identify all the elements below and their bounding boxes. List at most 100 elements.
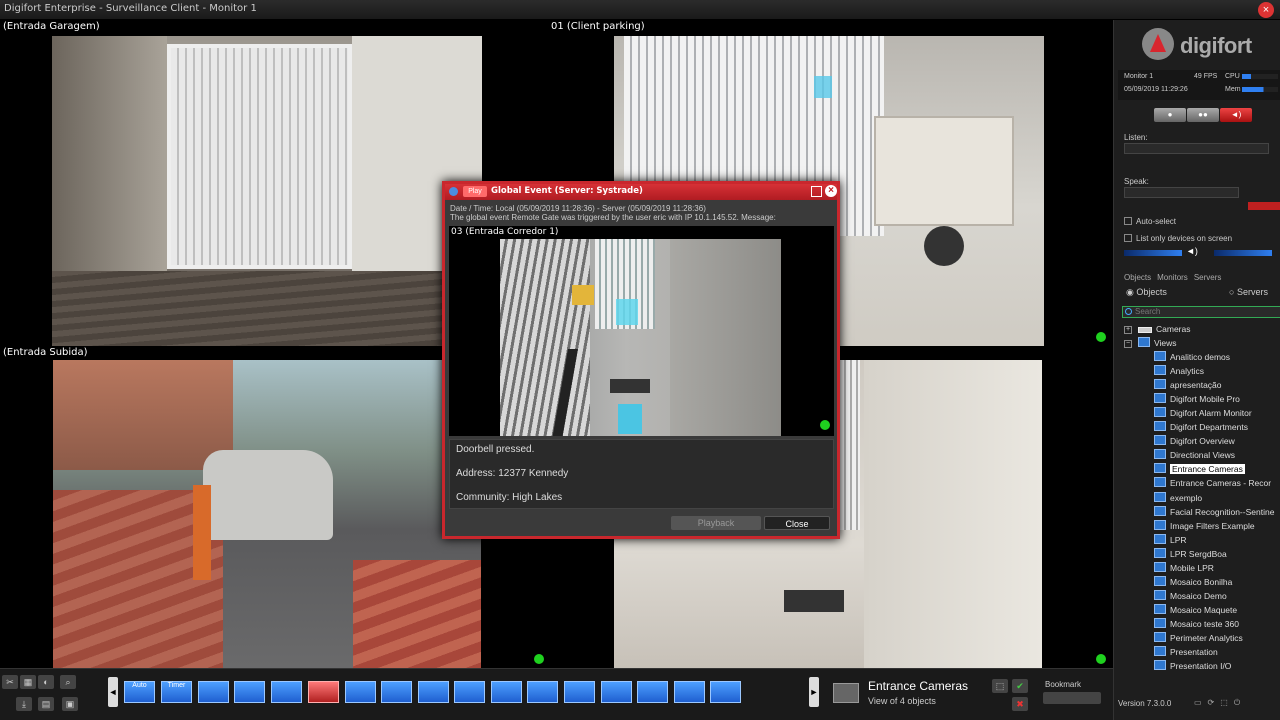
layout-grid-button[interactable] [674, 681, 705, 703]
list-only-checkbox[interactable] [1124, 234, 1132, 242]
tree-item-label: Directional Views [1170, 450, 1236, 461]
auto-select-checkbox[interactable] [1124, 217, 1132, 225]
layout-grid-button[interactable] [234, 681, 265, 703]
layout-grid-button[interactable] [418, 681, 449, 703]
version-label: Version 7.3.0.0 [1118, 699, 1172, 708]
layouts-next-arrow[interactable]: ► [809, 677, 819, 707]
tree-item-views[interactable]: Views [1138, 337, 1177, 350]
tree-item-view[interactable]: Directional Views [1154, 449, 1235, 462]
tree-item-view[interactable]: Mosaico Maquete [1154, 603, 1238, 617]
tree-item-view[interactable]: Entrance Cameras [1154, 463, 1245, 476]
layouts-prev-arrow[interactable]: ◄ [108, 677, 118, 707]
listen-select[interactable] [1124, 143, 1269, 154]
tool-icon-4[interactable]: ⌕ [60, 675, 76, 689]
close-window-icon[interactable]: × [1258, 2, 1274, 18]
layout-grid-button[interactable] [491, 681, 522, 703]
tool-icon-1[interactable]: ✂ [2, 675, 18, 689]
tool-icon-6[interactable]: ▤ [38, 697, 54, 711]
tree-item-view[interactable]: Analitico demos [1154, 351, 1230, 364]
layout-grid-button[interactable] [527, 681, 558, 703]
playback-button[interactable]: Playback [671, 516, 761, 530]
camera-label: 01 (Client parking) [551, 21, 645, 32]
tree-item-view[interactable]: Presentation [1154, 646, 1218, 659]
view-grid-icon [1154, 365, 1166, 376]
tree-item-label: apresentação [1170, 380, 1222, 391]
dual-view-icon[interactable]: ●● [1187, 108, 1219, 122]
collapse-views-icon[interactable]: − [1124, 340, 1132, 348]
servers-radio-label: Servers [1236, 287, 1268, 297]
tree-item-view[interactable]: Digifort Alarm Monitor [1154, 407, 1252, 420]
cpu-label: CPU [1225, 73, 1240, 80]
layout-grid-button[interactable] [345, 681, 376, 703]
view-grid-icon [1154, 379, 1166, 390]
message-line: Doorbell pressed. [456, 444, 535, 455]
tool-icon-3[interactable]: ◐ [38, 675, 54, 689]
panel-footer-icons[interactable]: ▭⟳⬚⏻ [1194, 698, 1274, 708]
maximize-icon[interactable] [811, 186, 822, 197]
tree-item-view[interactable]: Mosaico Bonilha [1154, 575, 1232, 589]
event-message: Doorbell pressed. Address: 12377 Kennedy… [449, 439, 834, 509]
layout-timer-button[interactable]: Timer [161, 681, 192, 703]
confirm-icon[interactable]: ✔ [1012, 679, 1028, 693]
tree-item-view[interactable]: Digifort Mobile Pro [1154, 393, 1240, 406]
speak-select[interactable] [1124, 187, 1239, 198]
bookmark-controls[interactable] [1043, 692, 1101, 704]
tree-item-view[interactable]: exemplo [1154, 491, 1202, 505]
tree-item-view[interactable]: LPR [1154, 533, 1187, 547]
tree-item-view[interactable]: Mobile LPR [1154, 561, 1214, 575]
tree-item-cameras[interactable]: Cameras [1138, 323, 1190, 336]
list-only-label: List only devices on screen [1136, 234, 1233, 243]
tree-item-view[interactable]: Mosaico teste 360 [1154, 617, 1239, 631]
servers-radio[interactable]: ○ Servers [1229, 287, 1268, 297]
cancel-icon[interactable]: ✖ [1012, 697, 1028, 711]
layout-grid-button[interactable] [308, 681, 339, 703]
volume-slider[interactable] [1124, 250, 1182, 256]
layout-grid-button[interactable] [271, 681, 302, 703]
tree-item-view[interactable]: Entrance Cameras - Recor [1154, 477, 1271, 490]
layout-grid-button[interactable] [564, 681, 595, 703]
tree-item-view[interactable]: Analytics [1154, 365, 1204, 378]
tree-item-view[interactable]: Mosaico Demo [1154, 589, 1227, 603]
tree-item-view[interactable]: apresentação [1154, 379, 1222, 392]
tree-item-view[interactable]: Digifort Departments [1154, 421, 1248, 434]
tool-icon-2[interactable]: ▦ [20, 675, 36, 689]
talk-button[interactable] [1248, 202, 1280, 210]
search-input[interactable]: Search [1122, 306, 1280, 318]
expand-cameras-icon[interactable]: + [1124, 326, 1132, 334]
mic-volume-slider[interactable] [1214, 250, 1272, 256]
window-titlebar: Digifort Enterprise - Surveillance Clien… [0, 0, 1280, 20]
objects-radio[interactable]: ◉ Objects [1126, 287, 1167, 298]
layout-grid-button[interactable] [637, 681, 668, 703]
view-grid-icon [1154, 421, 1166, 432]
user-icon[interactable]: ● [1154, 108, 1186, 122]
layout-grid-button[interactable] [381, 681, 412, 703]
digifort-logo: digifort [1142, 28, 1280, 68]
play-button[interactable]: Play [463, 186, 487, 197]
tree-item-view[interactable]: Perimeter Analytics [1154, 632, 1243, 645]
tree-item-view[interactable]: Image Filters Example [1154, 519, 1255, 533]
tree-item-view[interactable]: LPR SergdBoa [1154, 547, 1227, 561]
tree-item-view[interactable]: Presentation I/O [1154, 660, 1231, 673]
tool-icon-7[interactable]: ▣ [62, 697, 78, 711]
snapshot-icon[interactable]: ⬚ [992, 679, 1008, 693]
layout-auto-button[interactable]: Auto [124, 681, 155, 703]
layout-grid-button[interactable] [710, 681, 741, 703]
close-icon[interactable]: × [825, 185, 837, 197]
speaker-icon[interactable]: ◄) [1220, 108, 1252, 122]
tree-item-label: Mosaico Maquete [1170, 604, 1238, 615]
tool-icon-5[interactable]: ⤓ [16, 697, 32, 711]
view-grid-icon [1154, 407, 1166, 418]
layout-grid-button[interactable] [198, 681, 229, 703]
tab-monitors[interactable]: Monitors [1157, 273, 1188, 282]
tab-objects[interactable]: Objects [1124, 273, 1151, 282]
tab-servers[interactable]: Servers [1194, 273, 1222, 282]
layout-grid-button[interactable] [454, 681, 485, 703]
tree-item-label: Digifort Mobile Pro [1170, 394, 1240, 405]
tree-item-view[interactable]: Facial Recognition--Sentine [1154, 505, 1274, 519]
layout-grid-button[interactable] [601, 681, 632, 703]
tree-item-label: Mosaico teste 360 [1170, 618, 1239, 629]
search-placeholder: Search [1135, 307, 1161, 316]
right-panel: digifort Monitor 1 49 FPS CPU 05/09/2019… [1113, 20, 1280, 720]
tree-item-view[interactable]: Digifort Overview [1154, 435, 1235, 448]
close-button[interactable]: Close [764, 516, 830, 530]
